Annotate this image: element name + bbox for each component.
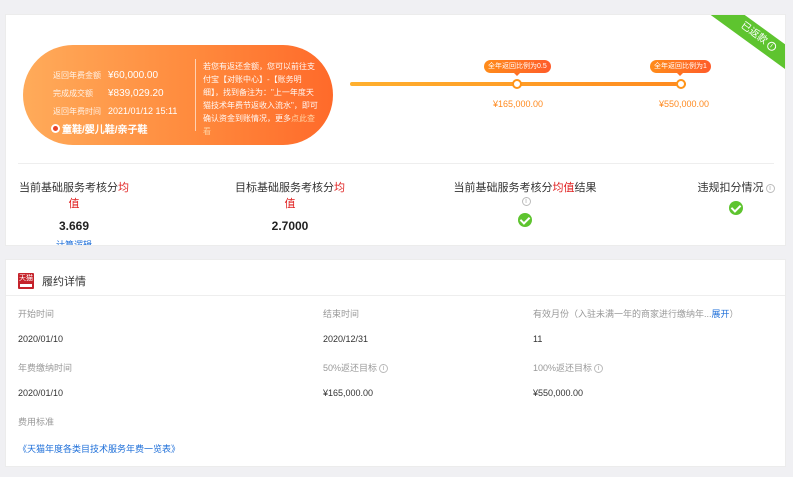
section-title: 履约详情 xyxy=(42,276,86,288)
rebate-summary-pill: 返回年费金额 ¥60,000.00 完成成交额 ¥839,029.20 返回年费… xyxy=(23,45,333,145)
milestone-50-tag: 全年返回比例为0.5 xyxy=(484,60,551,76)
info-icon[interactable]: i xyxy=(379,364,389,373)
fee-standard-field: 费用标准 《天猫年度各类目技术服务年费一览表》 xyxy=(18,417,181,455)
start-time-field: 开始时间 2020/01/10 xyxy=(18,309,64,344)
target-score-value: 2.7000 xyxy=(271,219,309,233)
current-score-value: 3.669 xyxy=(58,219,90,233)
violation-metric: 违规扣分情况 i xyxy=(696,179,776,215)
info-icon[interactable]: i xyxy=(594,364,604,373)
fulfillment-details-card: 天猫 履约详情 开始时间 2020/01/10 结束时间 2020/12/31 … xyxy=(5,259,786,467)
annual-fee-refund-row: 返回年费金额 ¥60,000.00 xyxy=(53,70,159,81)
valid-months-field: 有效月份（入驻未满一年的商家进行缴纳年...展开） 11 xyxy=(533,309,739,344)
divider xyxy=(6,295,785,296)
refund-time-row: 返回年费时间 2021/01/12 15:11 xyxy=(53,106,178,116)
end-time-field: 结束时间 2020/12/31 xyxy=(323,309,369,344)
fee-standard-link[interactable]: 《天猫年度各类目技术服务年费一览表》 xyxy=(18,442,180,455)
check-icon xyxy=(518,213,532,227)
target-100-field: 100%返还目标 i ¥550,000.00 xyxy=(533,361,604,398)
divider xyxy=(18,163,774,164)
rebate-summary-card: 已返款i 返回年费金额 ¥60,000.00 完成成交额 ¥839,029.20… xyxy=(5,14,786,246)
current-score-metric: 当前基础服务考核分均值 3.669 计算逻辑 xyxy=(18,179,130,245)
check-icon xyxy=(729,201,743,215)
milestone-100-node xyxy=(676,79,686,89)
milestone-50-node xyxy=(512,79,522,89)
section-header: 天猫 履约详情 xyxy=(18,273,86,289)
fee-payment-time-field: 年费缴纳时间 2020/01/10 xyxy=(18,363,73,398)
category-label: 童鞋/婴儿鞋/亲子鞋 xyxy=(51,121,148,136)
milestone-50-amount: ¥165,000.00 xyxy=(493,99,544,109)
category-icon xyxy=(51,124,60,133)
divider xyxy=(195,59,196,131)
info-icon[interactable]: i xyxy=(521,197,531,206)
target-50-field: 50%返还目标 i ¥165,000.00 xyxy=(323,361,389,398)
milestone-100-amount: ¥550,000.00 xyxy=(659,99,710,109)
refund-note: 若您有返还金额，您可以前往支付宝【对账中心】-【账务明细】，找到备注为："上一年… xyxy=(203,62,318,136)
expand-link[interactable]: 展开 xyxy=(712,309,730,319)
tmall-logo-icon: 天猫 xyxy=(18,273,34,289)
target-score-metric: 目标基础服务考核分均值 2.7000 xyxy=(235,182,345,233)
refunded-badge: 已返款i xyxy=(707,15,785,78)
milestone-100-tag: 全年返回比例为1 xyxy=(650,60,711,76)
transaction-volume-row: 完成成交额 ¥839,029.20 xyxy=(53,88,164,99)
calculation-logic-link[interactable]: 计算逻辑 xyxy=(18,238,130,245)
info-icon[interactable]: i xyxy=(765,184,775,193)
score-result-metric: 当前基础服务考核分均值结果i xyxy=(450,179,600,227)
